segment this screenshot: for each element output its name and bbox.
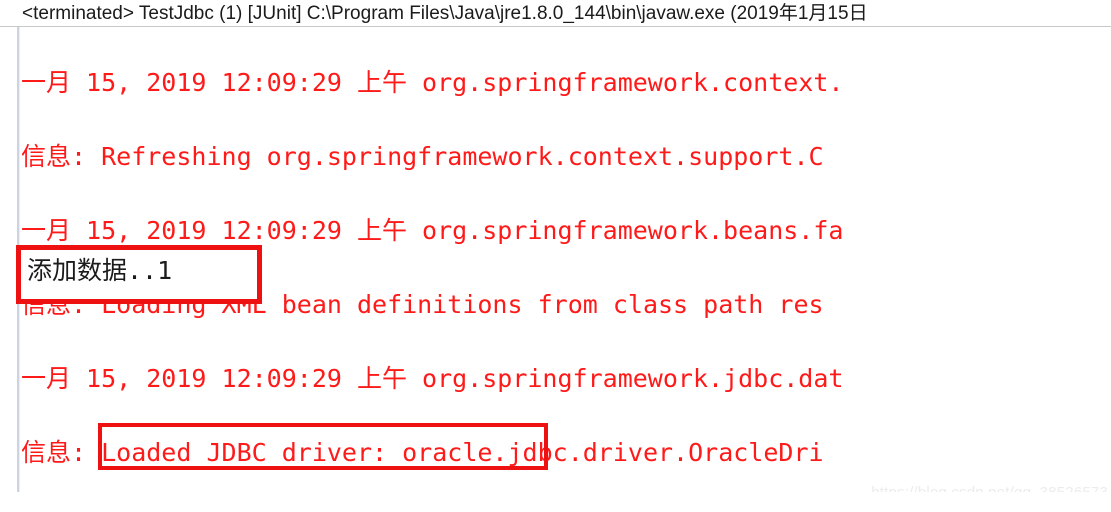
console-log-line: 信息: Refreshing org.springframework.conte… bbox=[21, 142, 824, 171]
console-title-text: <terminated> TestJdbc (1) [JUnit] C:\Pro… bbox=[22, 3, 873, 24]
annotation-overlay-box-text: 添加数据..1 bbox=[27, 256, 173, 285]
annotation-overlay-box: 添加数据..1 bbox=[16, 245, 262, 304]
console-log-line: 一月 15, 2019 12:09:29 上午 org.springframew… bbox=[21, 364, 844, 393]
console-log-line: 信息: Loaded JDBC driver: oracle.jdbc.driv… bbox=[21, 438, 824, 467]
console-view-screenshot: <terminated> TestJdbc (1) [JUnit] C:\Pro… bbox=[0, 0, 1111, 512]
console-log-line: 一月 15, 2019 12:09:29 上午 org.springframew… bbox=[21, 68, 844, 97]
horizontal-scrollbar[interactable] bbox=[0, 492, 1111, 512]
console-title-bar: <terminated> TestJdbc (1) [JUnit] C:\Pro… bbox=[0, 0, 1111, 27]
